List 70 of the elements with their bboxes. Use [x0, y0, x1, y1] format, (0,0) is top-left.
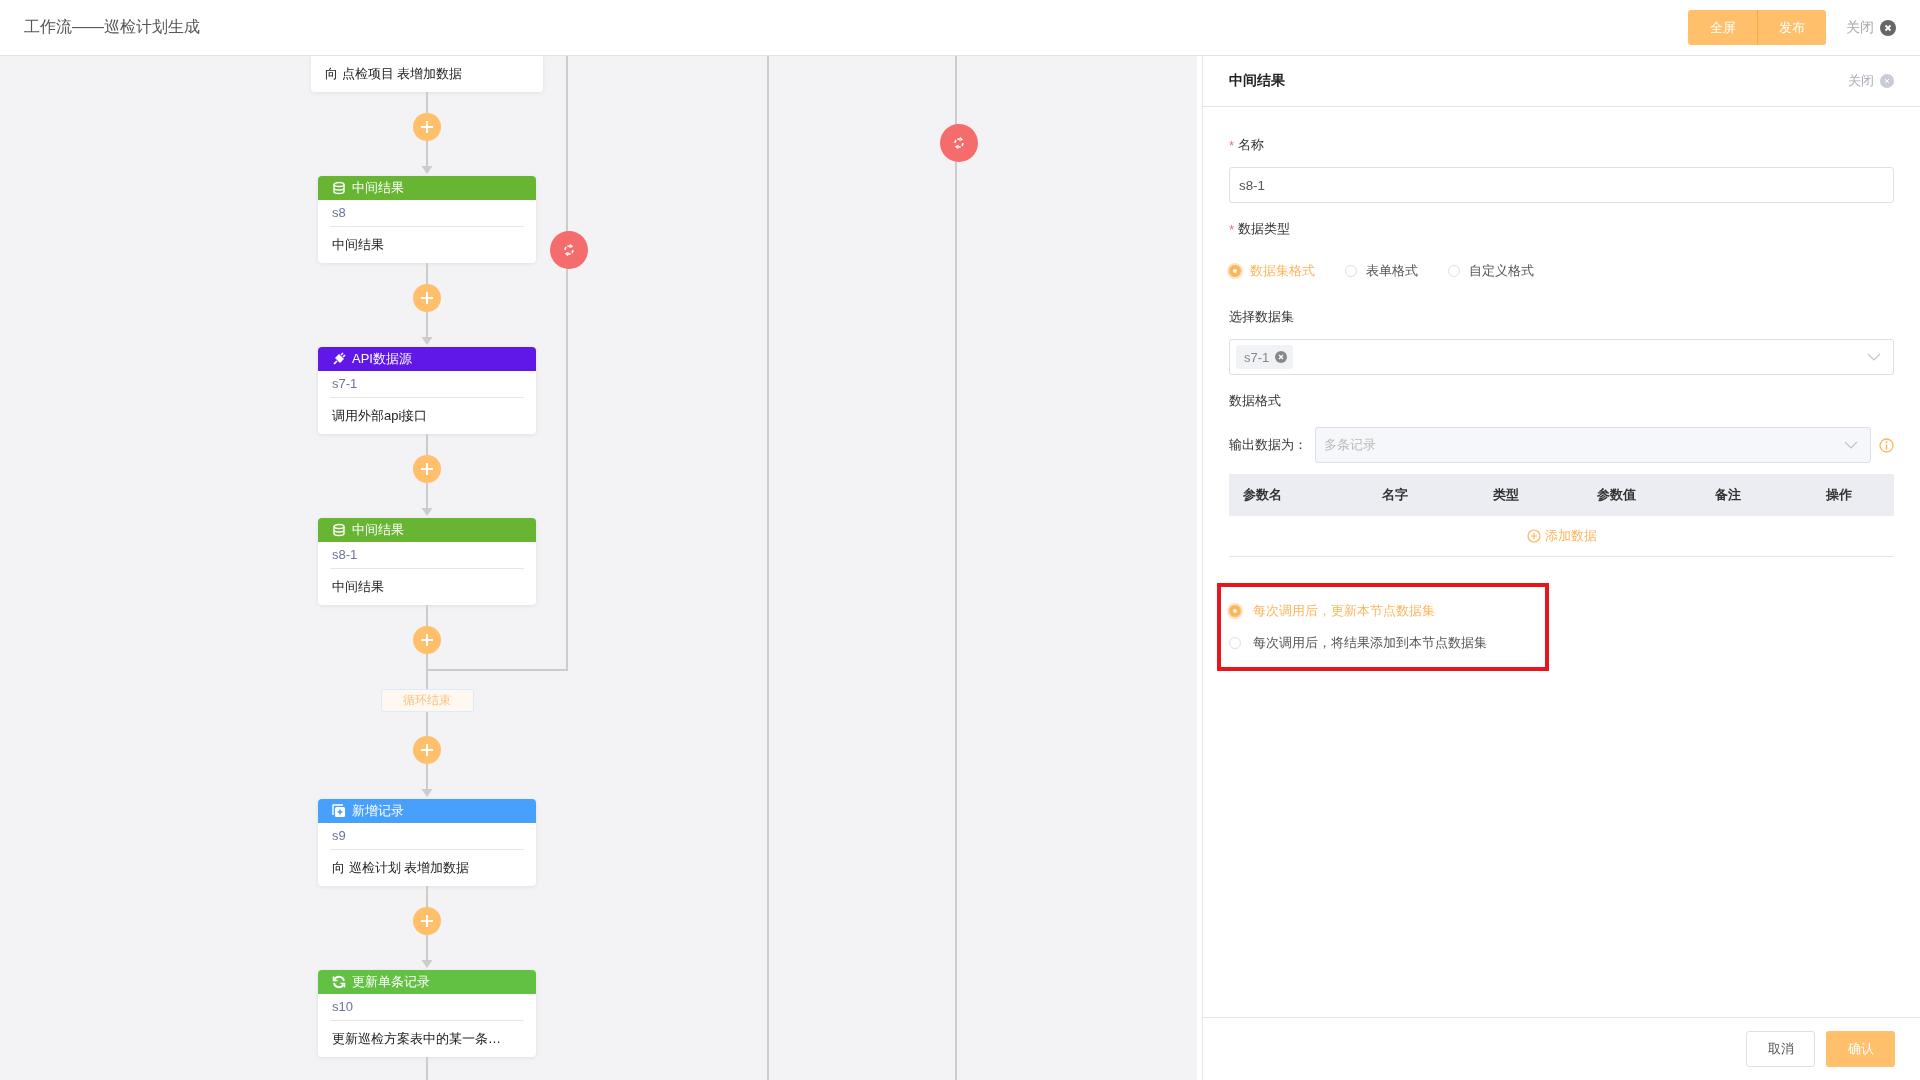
plus-icon: [419, 119, 435, 135]
node-id: s9: [330, 823, 524, 850]
loop-icon: [561, 242, 577, 258]
node-description: 更新巡检方案表中的某一条…: [331, 1030, 502, 1048]
node-card[interactable]: 中间结果 s8-1 中间结果: [318, 518, 536, 605]
remove-icon[interactable]: [1275, 351, 1288, 363]
field-label: 选择数据集: [1229, 308, 1294, 326]
chevron-down-icon: [1844, 441, 1858, 449]
cancel-button[interactable]: 取消: [1746, 1031, 1815, 1067]
close-icon: [1880, 74, 1894, 88]
required-mark: *: [1229, 137, 1235, 153]
column-header: 备注: [1672, 474, 1784, 516]
column-header: 操作: [1783, 474, 1894, 516]
node-description: 中间结果: [331, 236, 385, 254]
node-card[interactable]: 中间结果 s8 中间结果: [318, 176, 536, 263]
field-label: 名称: [1238, 136, 1265, 154]
plus-icon: [419, 461, 435, 477]
node-id: s7-1: [330, 371, 524, 398]
chevron-down-icon: [1867, 353, 1881, 361]
add-node-button[interactable]: [413, 736, 441, 764]
close-icon: [1880, 19, 1896, 36]
loop-button[interactable]: [940, 124, 978, 162]
window-title: 工作流——巡检计划生成: [24, 17, 201, 37]
node-description: 调用外部api接口: [331, 407, 429, 425]
node-card[interactable]: API数据源 s7-1 调用外部api接口: [318, 347, 536, 434]
add-node-button[interactable]: [413, 626, 441, 654]
node-title: 中间结果: [352, 179, 404, 197]
node-id: s8-1: [330, 542, 524, 569]
loop-end-tag: 循环结束: [380, 689, 474, 712]
plus-icon: [419, 913, 435, 929]
node-title: 更新单条记录: [352, 973, 430, 991]
node-card[interactable]: 向 点检项目 表增加数据: [311, 56, 543, 92]
info-icon: [1879, 437, 1894, 453]
add-node-button[interactable]: [413, 284, 441, 312]
panel-title: 中间结果: [1229, 72, 1286, 90]
add-record-icon: [332, 804, 346, 818]
add-icon: [1526, 529, 1541, 543]
column-header: 名字: [1339, 474, 1451, 516]
section-label: 数据格式: [1229, 392, 1281, 410]
node-title: API数据源: [352, 350, 412, 368]
refresh-icon: [332, 975, 346, 989]
column-header: 参数名: [1229, 474, 1340, 516]
node-description: 向 巡检计划 表增加数据: [331, 859, 471, 877]
node-card[interactable]: 新增记录 s9 向 巡检计划 表增加数据: [318, 799, 536, 886]
loop-icon: [951, 135, 967, 151]
node-description: 中间结果: [331, 578, 385, 596]
node-id: s8: [330, 200, 524, 227]
node-title: 新增记录: [352, 802, 404, 820]
database-icon: [332, 181, 346, 195]
name-input[interactable]: s8-1: [1229, 167, 1894, 203]
field-label: 输出数据为：: [1229, 436, 1307, 454]
radio-option[interactable]: 自定义格式: [1448, 262, 1534, 280]
add-node-button[interactable]: [413, 907, 441, 935]
radio-option[interactable]: 表单格式: [1345, 262, 1418, 280]
plug-icon: [332, 352, 346, 366]
field-label: 数据类型: [1238, 220, 1291, 238]
node-title: 中间结果: [352, 521, 404, 539]
loop-button[interactable]: [550, 231, 588, 269]
add-node-button[interactable]: [413, 113, 441, 141]
required-mark: *: [1229, 221, 1235, 237]
node-id: s10: [330, 994, 524, 1021]
radio-option[interactable]: 每次调用后，将结果添加到本节点数据集: [1229, 634, 1545, 652]
plus-icon: [419, 290, 435, 306]
plus-icon: [419, 742, 435, 758]
node-card[interactable]: 更新单条记录 s10 更新巡检方案表中的某一条…: [318, 970, 536, 1057]
add-node-button[interactable]: [413, 455, 441, 483]
database-icon: [332, 523, 346, 537]
plus-icon: [419, 632, 435, 648]
column-header: 类型: [1450, 474, 1562, 516]
column-header: 参数值: [1561, 474, 1673, 516]
